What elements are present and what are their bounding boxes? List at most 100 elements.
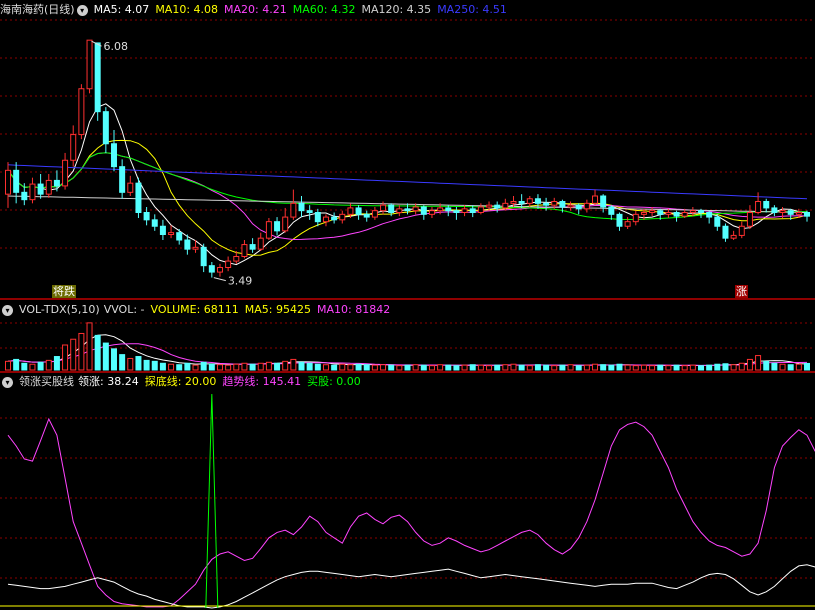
candle-body — [804, 212, 810, 217]
vvol-label: VVOL: - — [103, 303, 145, 316]
volume-bar — [559, 364, 566, 371]
stock-name[interactable]: 海南海药(日线) — [0, 3, 75, 16]
candle-body — [486, 204, 493, 208]
candle-body — [143, 212, 150, 221]
volume-label-2: MA10: 81842 — [317, 303, 391, 316]
candle-body — [355, 207, 362, 215]
candle-body — [5, 169, 11, 195]
volume-bar — [192, 364, 199, 371]
volume-bar — [681, 365, 688, 371]
volume-bar — [347, 364, 354, 371]
volume-bar — [265, 361, 272, 371]
candle-body — [632, 213, 639, 223]
candle-body — [779, 210, 786, 214]
candle-body — [518, 201, 525, 204]
volume-bar — [804, 362, 810, 371]
ma250-line — [7, 164, 808, 200]
volume-bar — [592, 363, 599, 371]
volume-bar — [779, 363, 786, 371]
lingzhang-line — [7, 564, 815, 609]
volume-bar — [102, 342, 109, 371]
candle-body — [689, 210, 696, 214]
candle-body — [649, 210, 656, 214]
candle-body — [445, 207, 452, 212]
indicator-title[interactable]: 领涨买股线 — [19, 375, 74, 388]
volume-bar — [461, 364, 468, 371]
volume-bar — [600, 364, 607, 371]
candle-body — [314, 212, 321, 223]
volume-bar — [78, 332, 85, 371]
volume-bar — [110, 348, 117, 371]
candle-body — [592, 195, 599, 204]
candle-body — [437, 207, 444, 212]
volume-bar — [225, 364, 232, 371]
volume-bar — [567, 364, 574, 371]
low-pointer — [213, 277, 226, 282]
candle-body — [151, 219, 158, 227]
candle-body — [233, 256, 240, 262]
volume-bar — [298, 361, 305, 371]
candle-body — [477, 206, 484, 213]
volume-bar — [380, 364, 387, 371]
candle-body — [241, 244, 248, 257]
volume-bar — [241, 362, 248, 371]
candle-body — [420, 206, 427, 215]
volume-bar — [70, 338, 77, 371]
candle-body — [200, 246, 207, 267]
candle-body — [559, 201, 566, 208]
volume-bar — [502, 364, 509, 371]
collapse-icon[interactable]: ▾ — [2, 376, 13, 388]
volume-bar — [151, 360, 158, 371]
candle-body — [698, 210, 705, 214]
volume-bar — [445, 364, 452, 371]
volume-bar — [437, 364, 444, 371]
volume-bar — [486, 365, 493, 371]
volume-bar — [624, 364, 631, 371]
low-price-label: 3.49 — [228, 275, 253, 288]
volume-bar — [706, 364, 713, 371]
volume-bar — [37, 361, 44, 371]
volume-title[interactable]: VOL-TDX(5,10) — [19, 303, 100, 316]
volume-labels: VOLUME: 68111 MA5: 95425 MA10: 81842 — [151, 303, 397, 316]
candle-body — [380, 204, 387, 212]
volume-bar — [632, 365, 639, 371]
indicator-label-2: 趋势线: 145.41 — [222, 375, 302, 388]
volume-bar — [306, 362, 313, 371]
volume-bar — [730, 364, 737, 371]
candle-body — [298, 202, 305, 212]
volume-bar — [86, 322, 93, 371]
collapse-icon[interactable]: ▾ — [76, 4, 88, 16]
volume-bar — [119, 354, 126, 371]
ma-label-2: MA20: 4.21 — [224, 3, 287, 16]
candle-body — [86, 39, 93, 90]
candle-body — [502, 202, 509, 209]
candle-body — [510, 201, 517, 204]
candle-body — [722, 225, 729, 239]
indicator-label-0: 领涨: 38.24 — [78, 375, 139, 388]
candle-body — [706, 212, 713, 218]
volume-bar — [322, 364, 329, 371]
candle-body — [567, 204, 574, 208]
ma-label-5: MA250: 4.51 — [437, 3, 507, 16]
volume-bar — [168, 363, 175, 371]
candle-body — [53, 179, 60, 187]
volume-bar — [127, 357, 134, 371]
collapse-icon[interactable]: ▾ — [2, 304, 13, 316]
candle-body — [45, 179, 52, 195]
candle-body — [216, 267, 223, 273]
volume-bar — [21, 362, 28, 371]
volume-bar — [616, 363, 623, 371]
candle-body — [396, 208, 403, 213]
indicator-label-3: 买股: 0.00 — [307, 375, 361, 388]
volume-bar — [62, 344, 69, 371]
volume-bar — [771, 362, 778, 371]
volume-bar — [746, 358, 753, 371]
candle-body — [526, 198, 533, 204]
volume-bar — [233, 363, 240, 371]
candle-body — [363, 213, 370, 218]
volume-bar — [13, 358, 20, 371]
candle-body — [225, 260, 232, 269]
candle-body — [265, 221, 272, 239]
candle-body — [135, 182, 142, 214]
volume-bar — [371, 364, 378, 371]
